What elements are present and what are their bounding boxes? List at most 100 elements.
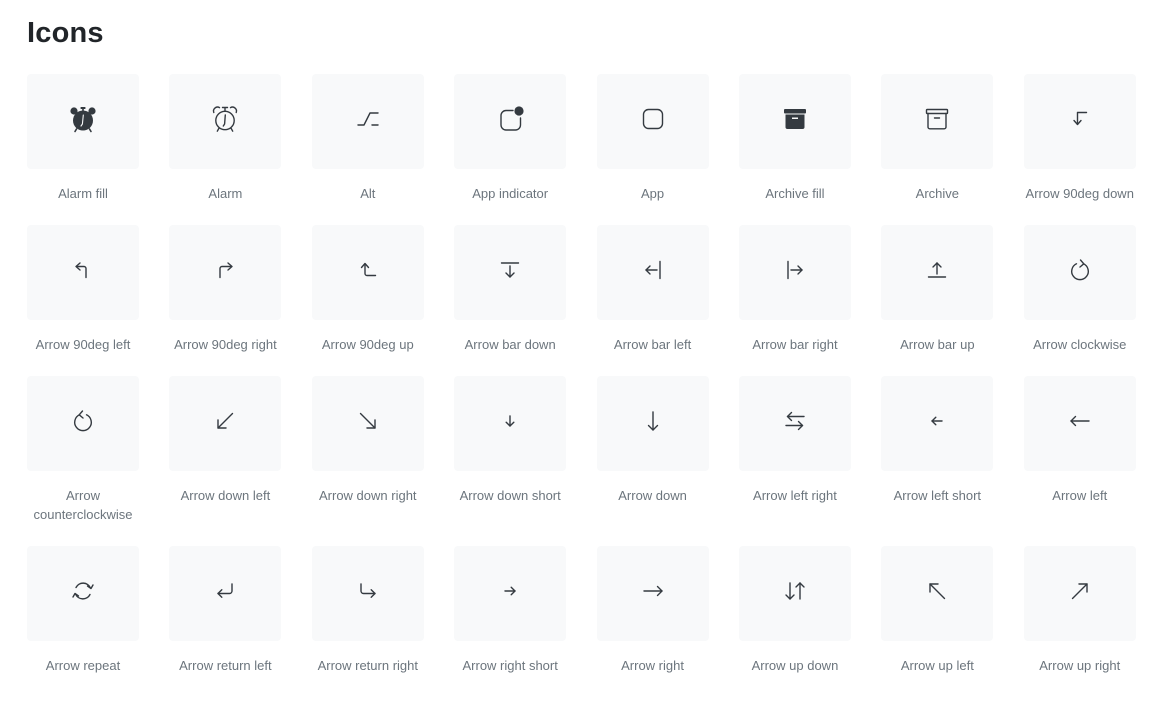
icon-card-arrow-bar-right[interactable]: Arrow bar right xyxy=(738,225,851,376)
icon-card-archive[interactable]: Archive xyxy=(881,74,994,225)
arrow-bar-down-icon xyxy=(493,253,527,292)
icon-card-arrow-left[interactable]: Arrow left xyxy=(1023,376,1136,546)
icon-tile[interactable] xyxy=(1023,546,1136,641)
icon-label: Arrow return right xyxy=(317,658,418,673)
icon-card-arrow-return-left[interactable]: Arrow return left xyxy=(169,546,282,697)
arrow-clockwise-icon xyxy=(1063,253,1097,292)
icon-tile[interactable] xyxy=(311,376,424,471)
icon-card-arrow-90deg-up[interactable]: Arrow 90deg up xyxy=(311,225,424,376)
icon-tile[interactable] xyxy=(311,225,424,320)
icon-card-arrow-bar-up[interactable]: Arrow bar up xyxy=(881,225,994,376)
icon-label: Archive xyxy=(915,186,960,201)
alarm-fill-icon xyxy=(66,102,100,141)
icon-tile[interactable] xyxy=(1023,225,1136,320)
arrow-up-down-icon xyxy=(778,574,812,613)
icon-tile[interactable] xyxy=(596,376,709,471)
icon-card-app-indicator[interactable]: App indicator xyxy=(454,74,567,225)
icons-page: Icons xyxy=(0,0,1163,52)
arrow-bar-up-icon xyxy=(920,253,954,292)
icon-card-arrow-down[interactable]: Arrow down xyxy=(596,376,709,546)
alarm-icon xyxy=(208,102,242,141)
arrow-repeat-icon xyxy=(66,574,100,613)
icon-card-arrow-90deg-down[interactable]: Arrow 90deg down xyxy=(1023,74,1136,225)
arrow-down-icon xyxy=(636,404,670,443)
icon-label: Arrow up down xyxy=(751,658,839,673)
icon-tile[interactable] xyxy=(454,225,567,320)
icon-tile[interactable] xyxy=(738,225,851,320)
icon-tile[interactable] xyxy=(596,74,709,169)
icon-card-arrow-left-short[interactable]: Arrow left short xyxy=(881,376,994,546)
archive-icon xyxy=(920,102,954,141)
icon-card-arrow-90deg-left[interactable]: Arrow 90deg left xyxy=(27,225,139,376)
icon-card-arrow-90deg-right[interactable]: Arrow 90deg right xyxy=(169,225,282,376)
icon-tile[interactable] xyxy=(454,546,567,641)
icon-card-arrow-bar-left[interactable]: Arrow bar left xyxy=(596,225,709,376)
icon-card-arrow-return-right[interactable]: Arrow return right xyxy=(311,546,424,697)
icon-tile[interactable] xyxy=(169,376,282,471)
icon-tile[interactable] xyxy=(738,376,851,471)
icon-tile[interactable] xyxy=(881,225,994,320)
icon-card-alarm-fill[interactable]: Alarm fill xyxy=(27,74,139,225)
icon-tile[interactable] xyxy=(27,546,139,641)
icon-label: Arrow bar down xyxy=(464,337,556,352)
icon-label: Arrow down left xyxy=(180,488,271,503)
icon-card-arrow-clockwise[interactable]: Arrow clockwise xyxy=(1023,225,1136,376)
arrow-down-right-icon xyxy=(351,404,385,443)
arrow-right-short-icon xyxy=(493,574,527,613)
icon-card-arrow-bar-down[interactable]: Arrow bar down xyxy=(454,225,567,376)
icon-tile[interactable] xyxy=(596,225,709,320)
icon-label: App indicator xyxy=(472,186,549,201)
icon-card-arrow-up-down[interactable]: Arrow up down xyxy=(738,546,851,697)
icon-tile[interactable] xyxy=(169,225,282,320)
icon-tile[interactable] xyxy=(1023,376,1136,471)
icon-label: App xyxy=(640,186,665,201)
icon-tile[interactable] xyxy=(881,376,994,471)
arrow-left-short-icon xyxy=(920,404,954,443)
icon-label: Arrow left right xyxy=(753,488,837,503)
icon-tile[interactable] xyxy=(738,546,851,641)
icon-card-arrow-down-right[interactable]: Arrow down right xyxy=(311,376,424,546)
icon-card-alarm[interactable]: Alarm xyxy=(169,74,282,225)
app-indicator-icon xyxy=(493,102,527,141)
icon-tile[interactable] xyxy=(454,74,567,169)
icon-tile[interactable] xyxy=(311,546,424,641)
arrow-90deg-up-icon xyxy=(351,253,385,292)
icon-card-arrow-left-right[interactable]: Arrow left right xyxy=(738,376,851,546)
icon-label: Arrow right short xyxy=(462,658,558,673)
icon-card-arrow-down-left[interactable]: Arrow down left xyxy=(169,376,282,546)
icon-tile[interactable] xyxy=(169,74,282,169)
icon-card-arrow-up-right[interactable]: Arrow up right xyxy=(1023,546,1136,697)
icon-label: Arrow 90deg left xyxy=(35,337,131,352)
icon-card-arrow-right-short[interactable]: Arrow right short xyxy=(454,546,567,697)
icon-card-alt[interactable]: Alt xyxy=(311,74,424,225)
arrow-left-right-icon xyxy=(778,404,812,443)
icon-label: Arrow down short xyxy=(459,488,561,503)
icon-card-archive-fill[interactable]: Archive fill xyxy=(738,74,851,225)
icon-tile[interactable] xyxy=(454,376,567,471)
icon-tile[interactable] xyxy=(738,74,851,169)
icon-tile[interactable] xyxy=(311,74,424,169)
icon-tile[interactable] xyxy=(1023,74,1136,169)
icon-card-arrow-right[interactable]: Arrow right xyxy=(596,546,709,697)
icon-label: Alarm fill xyxy=(58,186,108,201)
icon-tile[interactable] xyxy=(169,546,282,641)
icon-card-arrow-repeat[interactable]: Arrow repeat xyxy=(27,546,139,697)
icon-card-arrow-down-short[interactable]: Arrow down short xyxy=(454,376,567,546)
arrow-90deg-left-icon xyxy=(66,253,100,292)
archive-fill-icon xyxy=(778,102,812,141)
icon-card-arrow-up-left[interactable]: Arrow up left xyxy=(881,546,994,697)
arrow-counterclockwise-icon xyxy=(66,404,100,443)
icon-card-app[interactable]: App xyxy=(596,74,709,225)
icon-label: Arrow down xyxy=(618,488,687,503)
arrow-90deg-right-icon xyxy=(208,253,242,292)
arrow-right-icon xyxy=(636,574,670,613)
icon-tile[interactable] xyxy=(596,546,709,641)
icon-tile[interactable] xyxy=(27,74,139,169)
arrow-up-right-icon xyxy=(1063,574,1097,613)
icon-card-arrow-counterclockwise[interactable]: Arrow counterclockwise xyxy=(27,376,139,546)
icon-label: Arrow bar up xyxy=(900,337,975,352)
icon-tile[interactable] xyxy=(27,225,139,320)
icon-tile[interactable] xyxy=(881,546,994,641)
icon-tile[interactable] xyxy=(881,74,994,169)
icon-tile[interactable] xyxy=(27,376,139,471)
